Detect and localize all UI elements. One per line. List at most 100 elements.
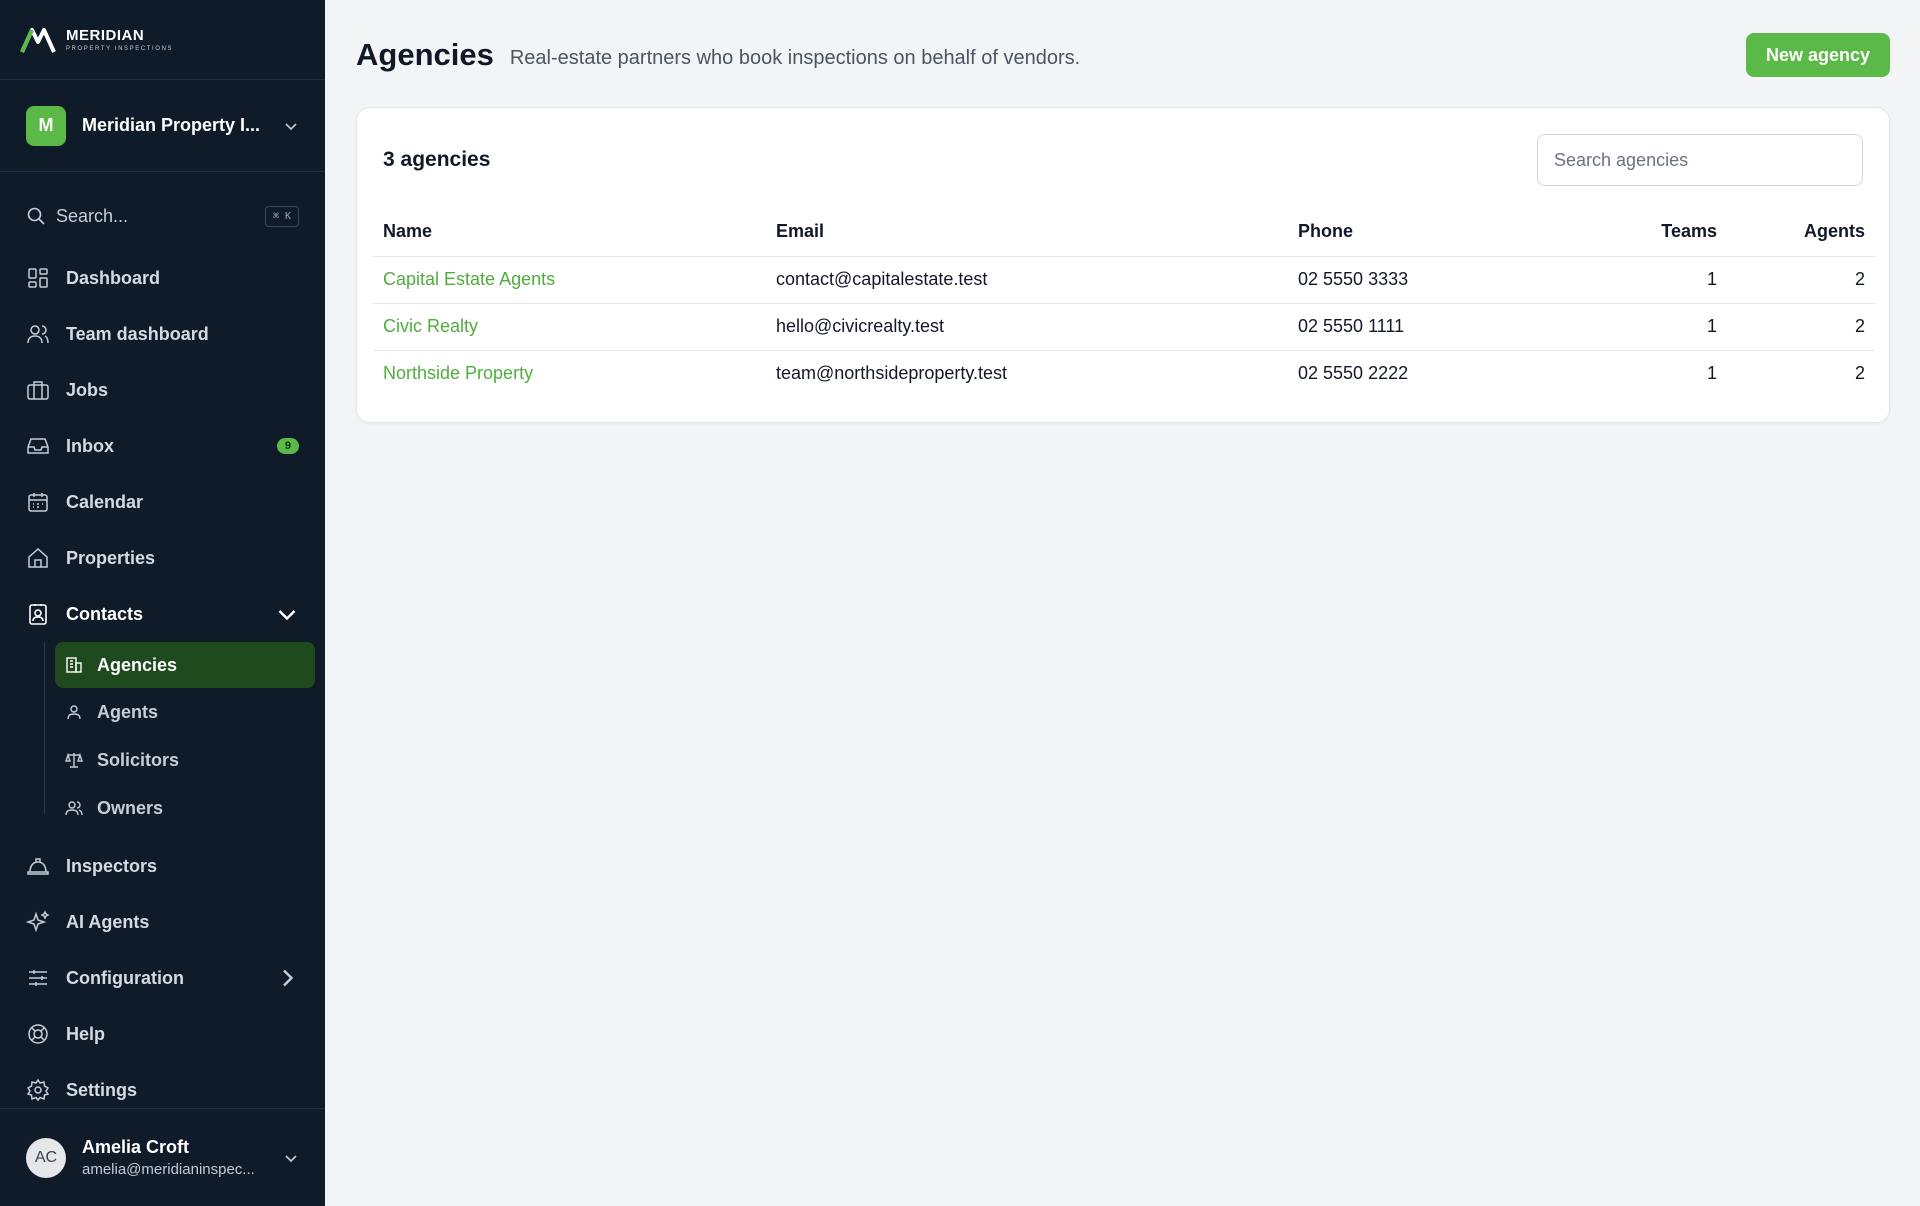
- brand[interactable]: MERIDIAN PROPERTY INSPECTIONS: [0, 0, 325, 80]
- agency-email: hello@civicrealty.test: [766, 303, 1288, 351]
- user-email: amelia@meridianinspec...: [82, 1161, 255, 1178]
- agency-email: contact@capitalestate.test: [766, 256, 1288, 304]
- column-header-name[interactable]: Name: [373, 208, 766, 257]
- subnav-divider: [44, 642, 45, 814]
- sidebar-item-label: Inbox: [66, 435, 114, 456]
- search-icon: [27, 207, 45, 225]
- agency-agents: 2: [1854, 363, 1865, 384]
- sidebar-item-label: Team dashboard: [66, 323, 209, 344]
- sidebar-item-inbox[interactable]: Inbox 9: [0, 418, 325, 474]
- sidebar-item-label: Properties: [66, 547, 156, 568]
- sidebar-item-label: Contacts: [66, 603, 144, 624]
- sidebar-item-label: Jobs: [66, 379, 109, 400]
- calendar-icon: [28, 493, 48, 512]
- sidebar-item-label: Owners: [97, 797, 164, 818]
- column-header-email[interactable]: Email: [766, 208, 1288, 257]
- sparkles-icon: [26, 910, 50, 933]
- agency-teams: 1: [1578, 303, 1727, 351]
- org-name: Meridian Property I...: [82, 115, 261, 135]
- sidebar-item-contacts[interactable]: Contacts: [0, 586, 325, 642]
- table-row[interactable]: Capital Estate Agents contact@capitalest…: [373, 256, 1875, 304]
- sidebar-item-label: AI Agents: [66, 911, 150, 932]
- sidebar-item-configuration[interactable]: Configuration: [0, 950, 325, 1006]
- sidebar-item-solicitors[interactable]: Solicitors: [55, 736, 315, 784]
- sidebar-item-label: Solicitors: [97, 749, 180, 770]
- building-icon: [66, 657, 82, 673]
- sidebar-item-owners[interactable]: Owners: [55, 784, 315, 832]
- lifebuoy-icon: [28, 1024, 48, 1044]
- agency-teams: 1: [1706, 363, 1717, 384]
- column-header-phone[interactable]: Phone: [1288, 208, 1578, 257]
- agency-phone: 02 5550 2222: [1298, 363, 1409, 384]
- hard-hat-icon: [27, 858, 49, 875]
- table-row[interactable]: Northside Property team@northsidepropert…: [373, 350, 1875, 397]
- user-name: Amelia Croft: [82, 1137, 190, 1157]
- users-icon: [65, 801, 83, 816]
- agency-name-link[interactable]: Capital Estate Agents: [373, 256, 766, 304]
- sidebar-item-label: Agents: [97, 701, 159, 722]
- sidebar-item-calendar[interactable]: Calendar: [0, 474, 325, 530]
- sidebar-item-label: Help: [66, 1023, 106, 1044]
- sidebar-item-label: Settings: [66, 1079, 138, 1100]
- sidebar-item-properties[interactable]: Properties: [0, 530, 325, 586]
- users-icon: [27, 325, 49, 344]
- agency-phone: 02 5550 1111: [1288, 303, 1578, 351]
- agency-count: 3 agencies: [383, 148, 491, 171]
- chevron-right-icon: [283, 969, 294, 987]
- search-label: Search...: [56, 205, 129, 226]
- page-header: Agencies Real-estate partners who book i…: [356, 30, 1890, 80]
- sidebar-item-label: Inspectors: [66, 855, 158, 876]
- dashboard-icon: [28, 268, 48, 288]
- sliders-icon: [29, 970, 47, 986]
- page-title: Agencies: [356, 37, 494, 72]
- search-input[interactable]: [1537, 134, 1863, 186]
- inbox-icon: [27, 438, 49, 454]
- page-subtitle: Real-estate partners who book inspection…: [509, 46, 1081, 69]
- home-icon: [28, 547, 48, 568]
- contacts-subnav: Agencies Agents Solicitors Owners: [0, 642, 325, 832]
- sidebar-item-team-dashboard[interactable]: Team dashboard: [0, 306, 325, 362]
- agency-phone: 02 5550 3333: [1288, 256, 1578, 304]
- chevron-down-icon: [285, 122, 297, 130]
- sidebar-item-label: Configuration: [66, 967, 184, 988]
- new-agency-button[interactable]: New agency: [1745, 33, 1890, 77]
- agency-agents: 2: [1727, 256, 1875, 304]
- agency-name-link[interactable]: Civic Realty: [373, 303, 766, 351]
- avatar: AC: [26, 1137, 66, 1178]
- table-row[interactable]: Civic Realty hello@civicrealty.test 02 5…: [373, 303, 1875, 351]
- agencies-card: 3 agencies Name Email Phone Teams Agents…: [356, 107, 1890, 423]
- gear-icon: [26, 1078, 50, 1102]
- user-icon: [67, 705, 81, 720]
- briefcase-icon: [27, 381, 49, 400]
- table-header-row: Name Email Phone Teams Agents: [373, 208, 1875, 257]
- user-menu[interactable]: AC Amelia Croft amelia@meridianinspec...: [0, 1108, 325, 1206]
- scale-icon: [65, 752, 83, 768]
- brand-tagline: PROPERTY INSPECTIONS: [66, 46, 174, 52]
- sidebar-item-agencies[interactable]: Agencies: [55, 642, 315, 688]
- sidebar-item-label: Dashboard: [66, 267, 161, 288]
- sidebar-item-ai-agents[interactable]: AI Agents: [0, 894, 325, 950]
- agency-name-link[interactable]: Northside Property: [373, 350, 766, 397]
- agencies-table: Name Email Phone Teams Agents Capital Es…: [373, 208, 1875, 397]
- inbox-count-badge: 9: [276, 438, 299, 454]
- brand-name: MERIDIAN: [66, 27, 145, 44]
- sidebar-item-help[interactable]: Help: [0, 1006, 325, 1062]
- sidebar-item-jobs[interactable]: Jobs: [0, 362, 325, 418]
- contacts-icon: [29, 604, 47, 625]
- chevron-down-icon: [285, 1154, 297, 1162]
- sidebar-item-dashboard[interactable]: Dashboard: [0, 250, 325, 306]
- org-avatar: M: [26, 105, 66, 146]
- column-header-agents[interactable]: Agents: [1727, 208, 1875, 257]
- sidebar-item-inspectors[interactable]: Inspectors: [0, 838, 325, 894]
- sidebar-search[interactable]: Search... ⌘ K: [0, 186, 325, 246]
- sidebar-item-agents[interactable]: Agents: [55, 688, 315, 736]
- column-header-teams[interactable]: Teams: [1578, 208, 1727, 257]
- sidebar-item-label: Calendar: [66, 491, 144, 512]
- org-switcher[interactable]: M Meridian Property I...: [0, 80, 325, 172]
- meridian-logo-icon: [20, 27, 56, 53]
- keyboard-shortcut: ⌘ K: [264, 205, 299, 227]
- agency-teams: 1: [1578, 256, 1727, 304]
- agency-email: team@northsideproperty.test: [776, 363, 1008, 384]
- main-content: Agencies Real-estate partners who book i…: [325, 0, 1920, 1206]
- sidebar-item-label: Agencies: [97, 654, 178, 675]
